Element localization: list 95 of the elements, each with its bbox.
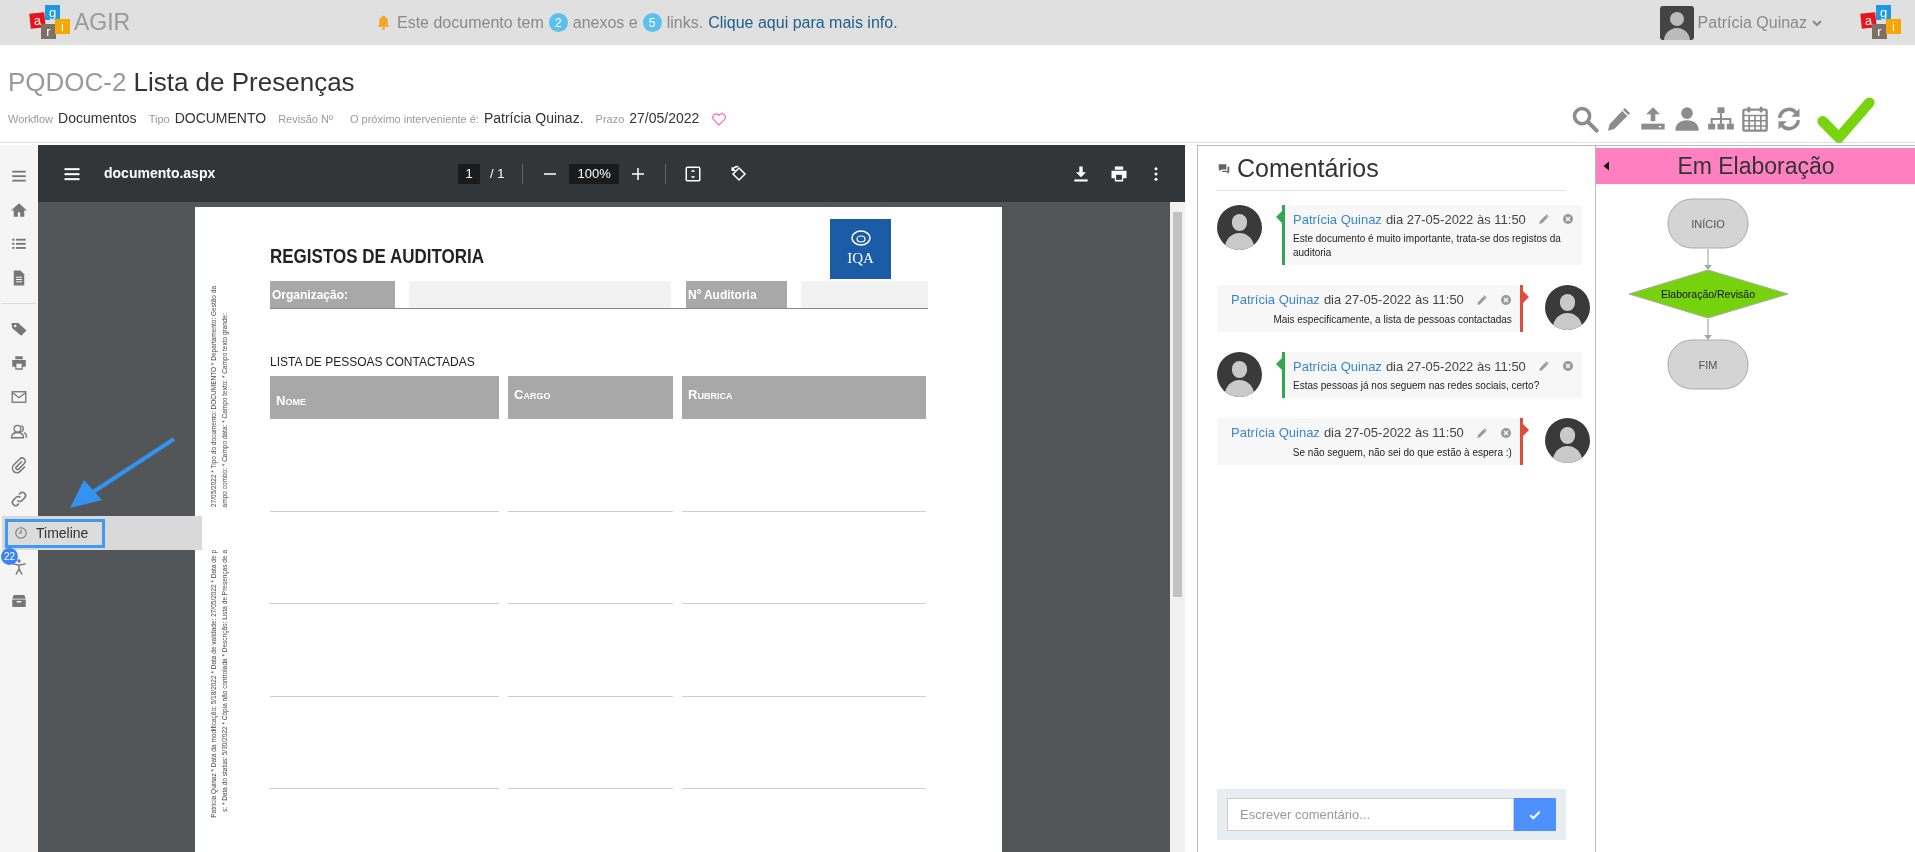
home-icon[interactable] bbox=[10, 201, 28, 219]
avatar bbox=[1217, 351, 1262, 397]
users-icon[interactable] bbox=[10, 422, 28, 440]
comment-date: dia 27-05-2022 às 11:50 bbox=[1323, 424, 1464, 442]
form-title: REGISTOS DE AUDITORIA bbox=[270, 244, 485, 269]
user-icon[interactable] bbox=[1673, 105, 1701, 133]
flowchart-node[interactable]: Elaboração/Revisão bbox=[1628, 269, 1789, 319]
archive-icon[interactable] bbox=[10, 592, 28, 610]
logo-letter: i bbox=[55, 18, 70, 34]
paperclip-icon[interactable] bbox=[10, 456, 28, 474]
close-icon[interactable] bbox=[1561, 360, 1574, 373]
column-header: Rubrica bbox=[682, 376, 926, 419]
meta-value: DOCUMENTO bbox=[174, 109, 267, 128]
scrollbar-thumb[interactable] bbox=[1173, 212, 1182, 597]
avatar bbox=[1544, 418, 1590, 463]
hierarchy-icon[interactable] bbox=[1707, 105, 1735, 133]
author-link[interactable]: Patrícia Quinaz bbox=[1231, 290, 1320, 310]
clock-icon bbox=[14, 526, 28, 540]
tag-icon[interactable] bbox=[10, 320, 28, 338]
upload-icon[interactable] bbox=[1639, 105, 1667, 133]
comment-date: dia 27-05-2022 às 11:50 bbox=[1323, 291, 1464, 309]
info-link[interactable]: Clique aqui para mais info. bbox=[708, 10, 898, 35]
comment-date: dia 27-05-2022 às 11:50 bbox=[1385, 357, 1526, 376]
pencil-icon[interactable] bbox=[1475, 426, 1488, 439]
meta-value: 27/05/2022 bbox=[629, 109, 700, 128]
notice-text: Este documento tem bbox=[397, 12, 544, 33]
logo-letter: i bbox=[1886, 18, 1901, 34]
link-icon[interactable] bbox=[10, 490, 28, 508]
flowchart-node[interactable]: FIM bbox=[1667, 339, 1749, 390]
flow-arrow bbox=[1704, 318, 1712, 340]
flowchart-node[interactable]: INÍCIO bbox=[1667, 198, 1749, 249]
meta-label: Prazo bbox=[595, 112, 625, 127]
status-title: Em Elaboração bbox=[1677, 151, 1835, 181]
iqa-logo: IQA bbox=[830, 219, 891, 279]
close-icon[interactable] bbox=[1499, 293, 1512, 306]
envelope-icon[interactable] bbox=[10, 388, 28, 406]
pencil-icon[interactable] bbox=[1537, 360, 1550, 373]
notice-text: links. bbox=[666, 12, 704, 33]
comment-text: Este documento é muito importante, trata-se dos registos da auditoria bbox=[1293, 232, 1562, 260]
logo-letter: g bbox=[45, 4, 60, 20]
comment-text: Mais especificamente, a lista de pessoas contactadas bbox=[1272, 312, 1512, 327]
chat-icon bbox=[1217, 161, 1231, 176]
fit-page-icon[interactable] bbox=[683, 164, 702, 183]
section-title: LISTA DE PESSOAS CONTACTADAS bbox=[270, 354, 475, 371]
pencil-icon[interactable] bbox=[1475, 293, 1488, 306]
calendar-icon[interactable] bbox=[1741, 105, 1769, 133]
panel-title: Comentários bbox=[1237, 153, 1379, 184]
app-name: AGIR bbox=[74, 8, 131, 38]
meta-value: Patrícia Quinaz. bbox=[483, 109, 584, 128]
app-logo[interactable]: a g r i bbox=[30, 3, 70, 42]
printer-icon[interactable] bbox=[10, 354, 28, 372]
flow-arrow bbox=[1704, 248, 1712, 270]
author-link[interactable]: Patrícia Quinaz bbox=[1231, 423, 1320, 443]
notice-text: anexos e bbox=[572, 12, 638, 33]
comment-text: Estas pessoas já nos seguem nas redes sociais, certo? bbox=[1293, 379, 1541, 393]
bell-icon bbox=[375, 14, 392, 31]
close-icon[interactable] bbox=[1561, 213, 1574, 226]
document-title: Lista de Presenças bbox=[133, 66, 355, 99]
form-label: Organização: bbox=[270, 281, 395, 308]
page-count: / 1 bbox=[490, 164, 505, 183]
heart-icon[interactable] bbox=[711, 110, 728, 127]
user-avatar[interactable] bbox=[1659, 5, 1694, 40]
refresh-icon[interactable] bbox=[1775, 105, 1803, 133]
author-link[interactable]: Patrícia Quinaz bbox=[1293, 356, 1382, 376]
column-header: Cargo bbox=[508, 376, 673, 419]
comment-field[interactable]: Escrever comentário... bbox=[1227, 798, 1514, 831]
pencil-icon[interactable] bbox=[1537, 213, 1550, 226]
meta-label: Tipo bbox=[148, 112, 170, 127]
file-name: documento.aspx bbox=[104, 164, 216, 183]
meta-value: Documentos bbox=[58, 109, 137, 128]
comment-date: dia 27-05-2022 às 11:50 bbox=[1385, 210, 1526, 229]
form-label: Nº Auditoria bbox=[686, 281, 787, 308]
meta-label: O próximo interveniente é: bbox=[349, 112, 479, 127]
count-badge: 2 bbox=[548, 13, 568, 32]
zoom-field[interactable]: 100% bbox=[569, 163, 619, 184]
logo-letter: g bbox=[1876, 4, 1891, 20]
logo-letter: a bbox=[1860, 11, 1877, 29]
logo-letter: a bbox=[29, 11, 46, 29]
close-icon[interactable] bbox=[1499, 426, 1512, 439]
count-badge: 5 bbox=[642, 13, 662, 32]
rotate-icon[interactable] bbox=[729, 164, 748, 183]
page-field[interactable]: 1 bbox=[458, 163, 480, 184]
avatar bbox=[1544, 285, 1590, 330]
pencil-icon[interactable] bbox=[1605, 105, 1633, 133]
column-header: Nome bbox=[270, 376, 499, 419]
search-icon[interactable] bbox=[1571, 105, 1599, 133]
timeline-menu-item[interactable]: Timeline bbox=[5, 518, 106, 548]
app-logo[interactable]: a g r i bbox=[1861, 3, 1901, 42]
meta-label: Revisão Nº bbox=[278, 112, 333, 127]
count-badge: 22 bbox=[1, 548, 18, 565]
author-link[interactable]: Patrícia Quinaz bbox=[1293, 209, 1382, 229]
comment-text: Se não seguem, não sei do que estão à espera :) bbox=[1291, 445, 1512, 460]
avatar bbox=[1217, 204, 1262, 250]
document-code: PQDOC-2 bbox=[8, 66, 127, 99]
meta-label: Workflow bbox=[8, 112, 54, 127]
